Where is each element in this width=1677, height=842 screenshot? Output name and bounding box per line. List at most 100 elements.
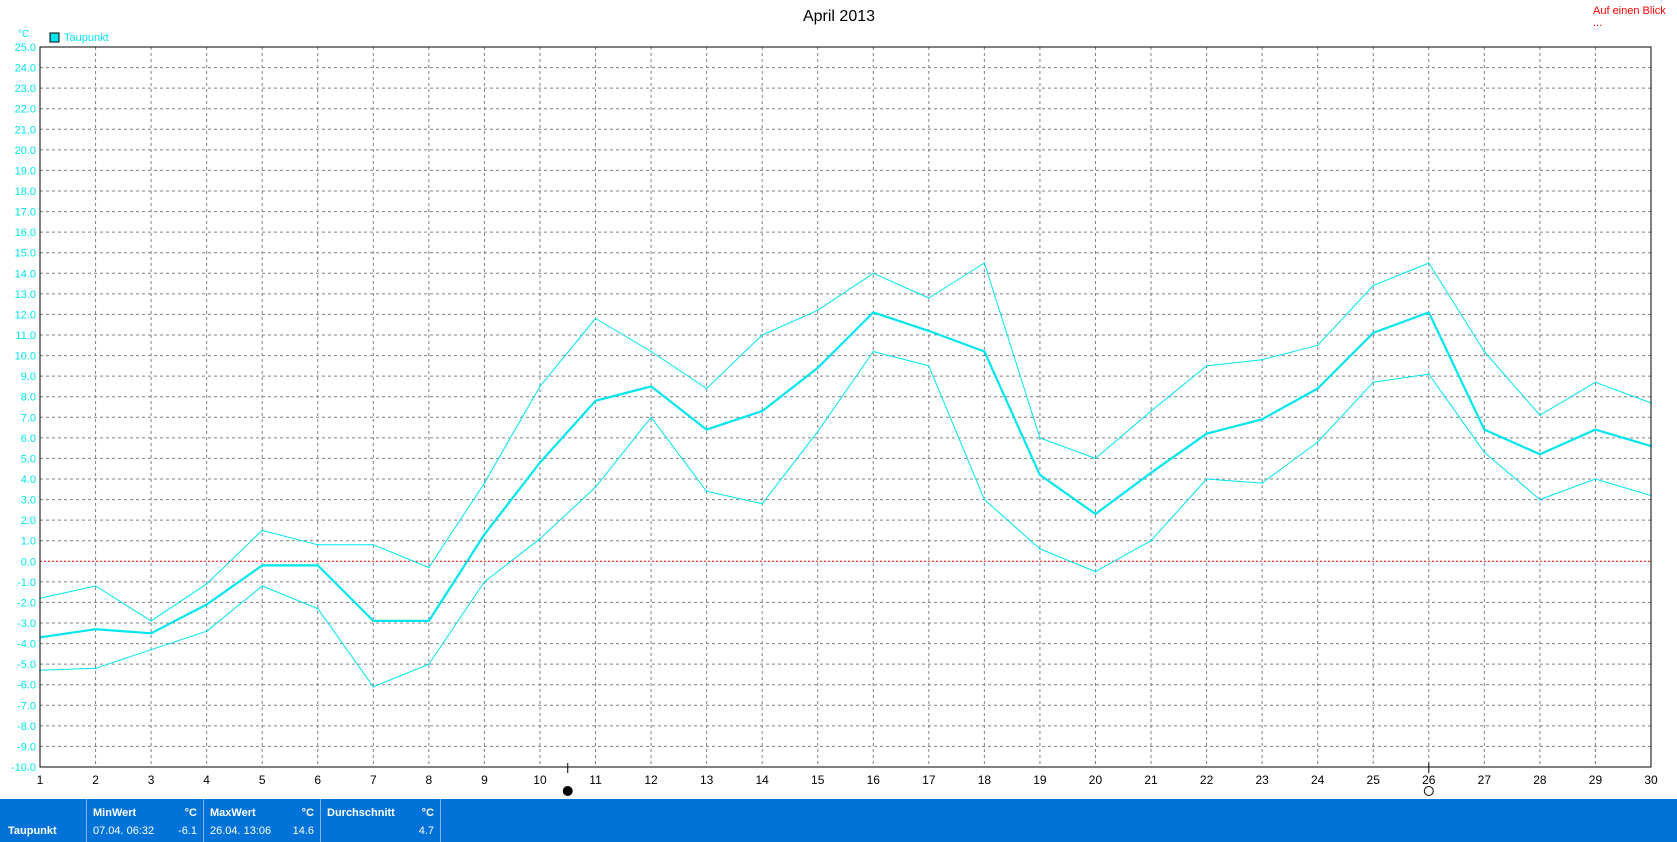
series-min-line (39, 351, 1652, 688)
max-value: 14.6 (292, 825, 314, 837)
series-min-point (1094, 570, 1097, 573)
series-min-point (1483, 451, 1486, 454)
series-min-point (872, 350, 875, 353)
x-tick-label: 3 (148, 773, 155, 787)
x-tick-label: 14 (755, 773, 769, 787)
series-max-point (761, 334, 763, 336)
y-tick-label: 14.0 (15, 268, 36, 280)
moon-markers (562, 763, 1434, 796)
x-tick-label: 17 (922, 773, 936, 787)
series-avg-point (1483, 428, 1486, 431)
series-avg-point (205, 603, 208, 606)
series-min-point (816, 430, 819, 433)
series-avg-point (317, 564, 319, 567)
series-max-point (539, 385, 541, 388)
series-avg-point (1261, 418, 1263, 421)
series-min-point (1039, 548, 1041, 550)
y-tick-label: 22.0 (15, 104, 36, 116)
y-tick-label: -10.0 (11, 762, 36, 774)
y-tick-label: 9.0 (21, 371, 36, 383)
series-avg-point (761, 410, 763, 412)
x-tick-label: 2 (92, 773, 99, 787)
max-time: 26.04. 13:06 (210, 825, 272, 837)
y-tick-label: -6.0 (17, 680, 36, 692)
overview-link[interactable]: Auf einen Blick ... (1593, 5, 1677, 29)
y-tick-label: 7.0 (21, 412, 36, 424)
series-max-point (261, 529, 264, 532)
x-tick-label: 22 (1200, 773, 1214, 787)
series-max-point (372, 544, 375, 546)
max-value-cell: MaxWert °C 26.04. 13:06 14.6 (204, 799, 321, 842)
series-max-point (816, 309, 819, 312)
x-tick-label: 20 (1089, 773, 1103, 787)
series-avg-point (983, 350, 986, 353)
series-max-point (650, 350, 652, 353)
series-min-point (372, 686, 375, 688)
y-tick-label: 11.0 (15, 330, 36, 342)
y-tick-label: 15.0 (15, 248, 36, 260)
series-max-point (1039, 437, 1041, 439)
series-max-point (1539, 414, 1541, 417)
series-min-point (594, 486, 597, 489)
series-min-point (1428, 373, 1430, 375)
series-min-point (761, 502, 763, 505)
series-avg-point (1039, 474, 1041, 476)
series-max-point (1483, 350, 1486, 353)
x-axis-ticks: 1 2 3 4 5 6 7 8 9 10 11 12 13 14 15 16 17 18 19 20 21 22 23 24 2… (37, 773, 1658, 787)
y-tick-label: 8.0 (21, 392, 36, 404)
series-min-point (1594, 478, 1597, 480)
x-tick-label: 18 (978, 773, 992, 787)
series-max-point (1372, 284, 1374, 287)
series-lines (39, 262, 1652, 688)
stats-row-label: Taupunkt (8, 825, 57, 837)
series-max-point (872, 272, 875, 275)
series-avg-point (1316, 387, 1319, 390)
y-tick-label: -8.0 (17, 721, 36, 733)
x-tick-label: 21 (1144, 773, 1158, 787)
series-max-point (1594, 381, 1597, 384)
series-min-point (1372, 381, 1374, 384)
y-tick-label: 17.0 (15, 207, 36, 219)
y-tick-label: 21.0 (15, 124, 36, 136)
avg-header: Durchschnitt (327, 807, 395, 819)
y-tick-label: 3.0 (21, 495, 36, 507)
series-avg-point (261, 564, 264, 567)
series-avg-point (428, 620, 430, 622)
full-moon-icon (1423, 786, 1434, 796)
x-tick-label: 30 (1644, 773, 1658, 787)
series-avg-point (594, 400, 597, 402)
y-tick-label: 4.0 (21, 474, 36, 486)
y-tick-label: 20.0 (15, 145, 36, 157)
series-max-point (1316, 344, 1319, 347)
series-max-point (317, 544, 319, 546)
y-tick-label: 10.0 (15, 351, 36, 363)
max-unit: °C (301, 807, 314, 819)
x-tick-label: 12 (644, 773, 658, 787)
series-max-point (928, 297, 930, 299)
series-avg-point (816, 367, 819, 369)
max-header: MaxWert (210, 807, 256, 819)
series-avg-point (539, 461, 541, 464)
x-tick-label: 16 (867, 773, 881, 787)
min-header: MinWert (93, 807, 137, 819)
x-tick-label: 25 (1367, 773, 1381, 787)
series-avg-point (150, 632, 152, 635)
y-tick-label: 25.0 (15, 42, 36, 54)
avg-value: 4.7 (418, 825, 434, 837)
min-unit: °C (184, 807, 197, 819)
y-tick-label: -7.0 (17, 700, 36, 712)
chart-title: April 2013 (803, 8, 875, 25)
x-tick-label: 6 (314, 773, 321, 787)
series-max-point (150, 620, 152, 622)
y-tick-label: 6.0 (21, 433, 36, 445)
x-tick-label: 19 (1033, 773, 1047, 787)
y-tick-label: -5.0 (17, 659, 36, 671)
legend-label: Taupunkt (64, 32, 109, 44)
series-min-point (428, 663, 430, 665)
series-max-point (1150, 410, 1152, 412)
plot-frame (39, 46, 1652, 768)
series-min-point (928, 365, 930, 367)
series-min-point (1316, 441, 1319, 443)
y-unit-label: °C (18, 29, 29, 40)
y-tick-label: 2.0 (21, 515, 36, 527)
